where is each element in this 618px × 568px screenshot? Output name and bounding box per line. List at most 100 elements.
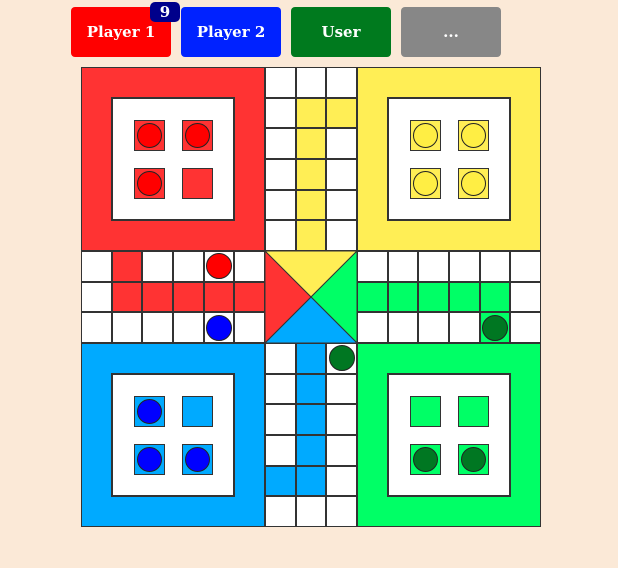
- yellow-path-cell[interactable]: [326, 97, 357, 129]
- green-token[interactable]: [461, 447, 486, 472]
- blue-home-slot: [182, 396, 213, 427]
- dice-value-badge: 9: [150, 2, 180, 22]
- track-cell[interactable]: [111, 312, 143, 343]
- user-label: User: [321, 23, 361, 41]
- center-finish-zone: [265, 251, 357, 343]
- red-home-slot: [182, 168, 213, 199]
- red-path-cell[interactable]: [173, 281, 204, 313]
- blue-token[interactable]: [185, 447, 210, 472]
- track-cell[interactable]: [265, 220, 296, 251]
- track-cell[interactable]: [326, 189, 357, 221]
- yellow-path-cell[interactable]: [295, 128, 327, 159]
- yellow-path-cell[interactable]: [295, 220, 327, 251]
- track-cell[interactable]: [81, 312, 112, 343]
- track-cell[interactable]: [510, 281, 541, 313]
- green-path-cell[interactable]: [418, 281, 449, 313]
- track-cell[interactable]: [387, 251, 419, 282]
- red-path-cell[interactable]: [142, 281, 173, 313]
- green-path-cell[interactable]: [479, 281, 511, 313]
- green-track-token[interactable]: [328, 345, 355, 372]
- green-path-cell[interactable]: [387, 281, 419, 313]
- red-path-cell[interactable]: [234, 281, 265, 313]
- track-cell[interactable]: [265, 496, 296, 527]
- blue-path-cell[interactable]: [265, 465, 296, 497]
- green-path-cell[interactable]: [449, 281, 480, 313]
- red-token[interactable]: [185, 123, 210, 148]
- yellow-token[interactable]: [461, 171, 486, 196]
- red-token[interactable]: [137, 171, 162, 196]
- track-cell[interactable]: [326, 404, 357, 435]
- blue-home-inner: [111, 373, 235, 497]
- blue-path-cell[interactable]: [295, 435, 327, 466]
- track-cell[interactable]: [449, 312, 480, 343]
- track-cell[interactable]: [326, 435, 357, 466]
- yellow-path-cell[interactable]: [295, 97, 327, 129]
- blue-path-cell[interactable]: [295, 343, 327, 374]
- track-cell[interactable]: [326, 496, 357, 527]
- track-cell[interactable]: [234, 312, 265, 343]
- blue-path-cell[interactable]: [295, 465, 327, 497]
- user-button[interactable]: User: [291, 7, 391, 57]
- track-cell[interactable]: [326, 373, 357, 405]
- yellow-token[interactable]: [461, 123, 486, 148]
- track-cell[interactable]: [418, 312, 449, 343]
- track-cell[interactable]: [81, 281, 112, 313]
- track-cell[interactable]: [142, 312, 173, 343]
- track-cell[interactable]: [510, 312, 541, 343]
- track-cell[interactable]: [326, 128, 357, 159]
- red-home-inner: [111, 97, 235, 221]
- yellow-token[interactable]: [413, 171, 438, 196]
- green-home-inner: [387, 373, 511, 497]
- track-cell[interactable]: [479, 251, 511, 282]
- green-token[interactable]: [413, 447, 438, 472]
- track-cell[interactable]: [234, 251, 265, 282]
- ludo-board: [81, 67, 541, 527]
- track-cell[interactable]: [265, 404, 296, 435]
- track-cell[interactable]: [295, 496, 327, 527]
- yellow-home-inner: [387, 97, 511, 221]
- blue-token[interactable]: [137, 447, 162, 472]
- red-path-cell[interactable]: [111, 251, 143, 282]
- more-label: ...: [443, 23, 459, 41]
- track-cell[interactable]: [265, 159, 296, 190]
- track-cell[interactable]: [265, 343, 296, 374]
- track-cell[interactable]: [173, 251, 204, 282]
- red-path-cell[interactable]: [111, 281, 143, 313]
- blue-path-cell[interactable]: [295, 404, 327, 435]
- red-token[interactable]: [137, 123, 162, 148]
- yellow-token[interactable]: [413, 123, 438, 148]
- track-cell[interactable]: [326, 159, 357, 190]
- more-button[interactable]: ...: [401, 7, 501, 57]
- player-1-button[interactable]: Player 1 9: [71, 2, 180, 57]
- track-cell[interactable]: [295, 67, 327, 98]
- yellow-path-cell[interactable]: [295, 159, 327, 190]
- track-cell[interactable]: [265, 128, 296, 159]
- track-cell[interactable]: [142, 251, 173, 282]
- track-cell[interactable]: [81, 251, 112, 282]
- player-2-button[interactable]: Player 2: [181, 7, 281, 57]
- track-cell[interactable]: [265, 189, 296, 221]
- blue-path-cell[interactable]: [295, 373, 327, 405]
- track-cell[interactable]: [265, 97, 296, 129]
- track-cell[interactable]: [265, 435, 296, 466]
- track-cell[interactable]: [326, 465, 357, 497]
- track-cell[interactable]: [449, 251, 480, 282]
- track-cell[interactable]: [418, 251, 449, 282]
- track-cell[interactable]: [326, 67, 357, 98]
- blue-token[interactable]: [137, 399, 162, 424]
- green-path-cell[interactable]: [357, 281, 388, 313]
- track-cell[interactable]: [357, 251, 388, 282]
- player-bar: Player 1 9 Player 2 User ...: [71, 2, 511, 57]
- track-cell[interactable]: [357, 312, 388, 343]
- track-cell[interactable]: [510, 251, 541, 282]
- track-cell[interactable]: [387, 312, 419, 343]
- track-cell[interactable]: [265, 373, 296, 405]
- blue-track-token[interactable]: [206, 314, 232, 341]
- green-track-token[interactable]: [482, 314, 508, 341]
- red-path-cell[interactable]: [203, 281, 235, 313]
- track-cell[interactable]: [326, 220, 357, 251]
- track-cell[interactable]: [265, 67, 296, 98]
- track-cell[interactable]: [173, 312, 204, 343]
- player-2-label: Player 2: [196, 23, 266, 41]
- yellow-path-cell[interactable]: [295, 189, 327, 221]
